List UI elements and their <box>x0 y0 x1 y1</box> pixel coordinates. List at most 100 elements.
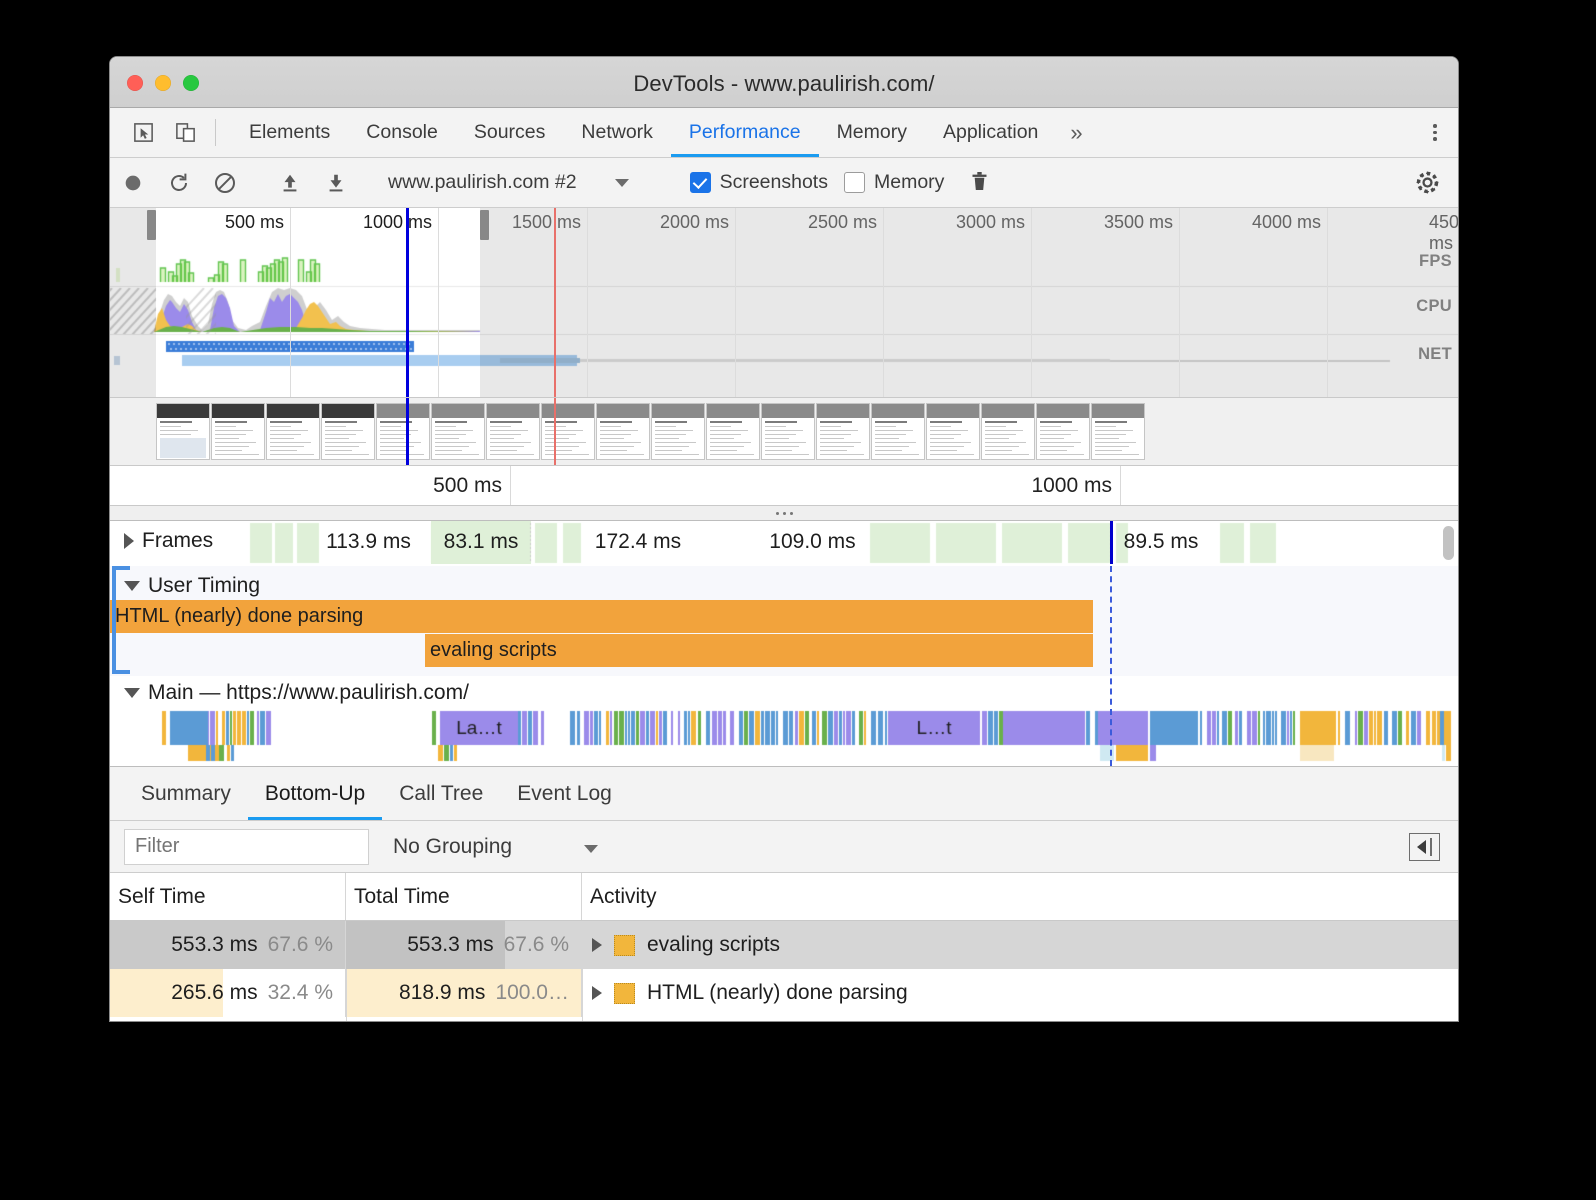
filmstrip-frame[interactable] <box>266 403 320 460</box>
filmstrip-frame[interactable] <box>926 403 980 460</box>
user-timing-track-title[interactable]: User Timing <box>124 574 260 598</box>
filmstrip-line <box>600 425 621 427</box>
filmstrip-frame[interactable] <box>321 403 375 460</box>
detail-tabs: Summary Bottom-Up Call Tree Event Log <box>110 766 1458 821</box>
inspect-icon[interactable] <box>122 108 164 157</box>
filmstrip-frame-header <box>652 404 704 418</box>
frame-duration-label: 172.4 ms <box>594 530 682 553</box>
tab-label: Application <box>942 121 1039 143</box>
frames-track-title[interactable]: Frames <box>124 529 213 553</box>
session-dropdown-button[interactable] <box>585 178 659 187</box>
filmstrip-frame-body <box>982 418 1034 460</box>
tab-summary[interactable]: Summary <box>124 767 248 820</box>
filmstrip-line <box>985 441 1026 443</box>
tab-call-tree[interactable]: Call Tree <box>382 767 500 820</box>
table-body: 553.3 ms 67.6 % 553.3 ms 67.6 % evaling scri… <box>110 921 1458 1017</box>
pane-resizer[interactable] <box>110 506 1458 521</box>
tab-application[interactable]: Application <box>925 108 1056 157</box>
column-header-total-time[interactable]: Total Time <box>346 873 582 920</box>
overview-selection-handle-right[interactable] <box>480 210 489 240</box>
column-header-self-time[interactable]: Self Time <box>110 873 346 920</box>
clear-icon[interactable] <box>202 171 248 195</box>
filmstrip-line <box>270 433 301 435</box>
flame-chart-scrollbar[interactable] <box>1443 526 1454 560</box>
flame-chart-area[interactable]: Frames 113.9 ms 83.1 ms 172.4 ms 109.0 ms 89… <box>110 521 1458 766</box>
more-tabs-button[interactable]: » <box>1056 108 1096 157</box>
device-toolbar-icon[interactable] <box>164 108 206 157</box>
filmstrip-line <box>875 441 916 443</box>
filmstrip-line <box>655 429 693 431</box>
user-timing-title-label: User Timing <box>148 574 261 597</box>
column-header-activity[interactable]: Activity <box>582 873 1458 920</box>
total-time-percent: 67.6 % <box>503 933 569 956</box>
user-timing-bar[interactable]: evaling scripts <box>425 634 1093 667</box>
chevron-right-icon[interactable] <box>592 986 602 1000</box>
filmstrip-frame[interactable] <box>211 403 265 460</box>
filmstrip-frame[interactable] <box>981 403 1035 460</box>
session-name-label[interactable]: www.paulirish.com #2 <box>378 171 585 194</box>
timeline-overview[interactable]: 500 ms 1000 ms 1500 ms 2000 ms 2500 ms 3000 m… <box>110 208 1458 398</box>
tab-performance[interactable]: Performance <box>670 108 819 157</box>
table-row[interactable]: 553.3 ms 67.6 % 553.3 ms 67.6 % evaling scri… <box>110 921 1458 969</box>
overview-selection-handle-left[interactable] <box>147 210 156 240</box>
devtools-tab-list: Elements Console Sources Network Perform… <box>231 108 1097 157</box>
filmstrip-frame-header <box>267 404 319 418</box>
filmstrip-frame-body <box>1092 418 1144 460</box>
detail-timeline-ruler[interactable]: 500 ms 1000 ms <box>110 466 1458 506</box>
tab-network[interactable]: Network <box>563 108 671 157</box>
filmstrip-frame[interactable] <box>541 403 595 460</box>
filmstrip-frame[interactable] <box>156 403 210 460</box>
filmstrip-frame[interactable] <box>431 403 485 460</box>
gear-icon[interactable] <box>1404 170 1450 195</box>
tab-event-log[interactable]: Event Log <box>500 767 629 820</box>
save-profile-icon[interactable] <box>313 172 359 194</box>
filmstrip-frame[interactable] <box>486 403 540 460</box>
detail-tick-label: 1000 ms <box>1031 474 1112 497</box>
more-options-icon[interactable] <box>1412 124 1458 141</box>
overview-gridline <box>1179 208 1180 397</box>
memory-checkbox[interactable]: Memory <box>832 171 948 194</box>
screenshots-checkbox[interactable]: Screenshots <box>678 171 832 194</box>
filmstrip-frame[interactable] <box>706 403 760 460</box>
filmstrip-frame[interactable] <box>871 403 925 460</box>
filter-input[interactable] <box>124 828 369 865</box>
tab-elements[interactable]: Elements <box>231 108 348 157</box>
load-profile-icon[interactable] <box>267 172 313 194</box>
tab-console[interactable]: Console <box>348 108 456 157</box>
show-sidebar-icon[interactable] <box>1409 832 1440 861</box>
filmstrip-line <box>710 433 741 435</box>
chevron-down-icon <box>583 844 598 853</box>
filmstrip-frame[interactable] <box>651 403 705 460</box>
filmstrip-line <box>820 441 861 443</box>
overview-label-net: NET <box>1418 345 1452 363</box>
user-timing-bar[interactable]: HTML (nearly) done parsing <box>110 600 1093 633</box>
filmstrip-line <box>765 429 803 431</box>
main-track-title[interactable]: Main — https://www.paulirish.com/ <box>124 681 469 705</box>
tab-bottom-up[interactable]: Bottom-Up <box>247 767 383 820</box>
overview-ruler[interactable]: 500 ms 1000 ms 1500 ms 2000 ms 2500 ms 3000 m… <box>110 208 1458 253</box>
chevron-right-icon[interactable] <box>592 938 602 952</box>
table-row[interactable]: 265.6 ms 32.4 % 818.9 ms 100.0… HTML (nearly… <box>110 969 1458 1017</box>
filmstrip-frame[interactable] <box>596 403 650 460</box>
filmstrip-frame-header <box>377 404 429 418</box>
grouping-dropdown[interactable]: No Grouping <box>393 835 598 859</box>
tab-sources[interactable]: Sources <box>456 108 564 157</box>
filmstrip-frame[interactable] <box>1036 403 1090 460</box>
filmstrip-line <box>435 453 480 455</box>
cell-total-time: 818.9 ms 100.0… <box>346 969 582 1017</box>
filmstrip-line <box>1040 441 1081 443</box>
delete-icon[interactable] <box>956 171 1002 194</box>
window-titlebar: DevTools - www.paulirish.com/ <box>110 57 1458 108</box>
filmstrip-strip[interactable] <box>110 398 1458 466</box>
filmstrip-frame[interactable] <box>376 403 430 460</box>
filmstrip-frame[interactable] <box>761 403 815 460</box>
tab-memory[interactable]: Memory <box>819 108 925 157</box>
filmstrip-line <box>710 437 734 439</box>
filmstrip-line <box>325 437 349 439</box>
filmstrip-frame[interactable] <box>1091 403 1145 460</box>
filmstrip-line <box>765 449 793 451</box>
record-icon[interactable] <box>110 172 156 194</box>
reload-record-icon[interactable] <box>156 171 202 195</box>
filmstrip-frame[interactable] <box>816 403 870 460</box>
filmstrip-line <box>985 449 1013 451</box>
